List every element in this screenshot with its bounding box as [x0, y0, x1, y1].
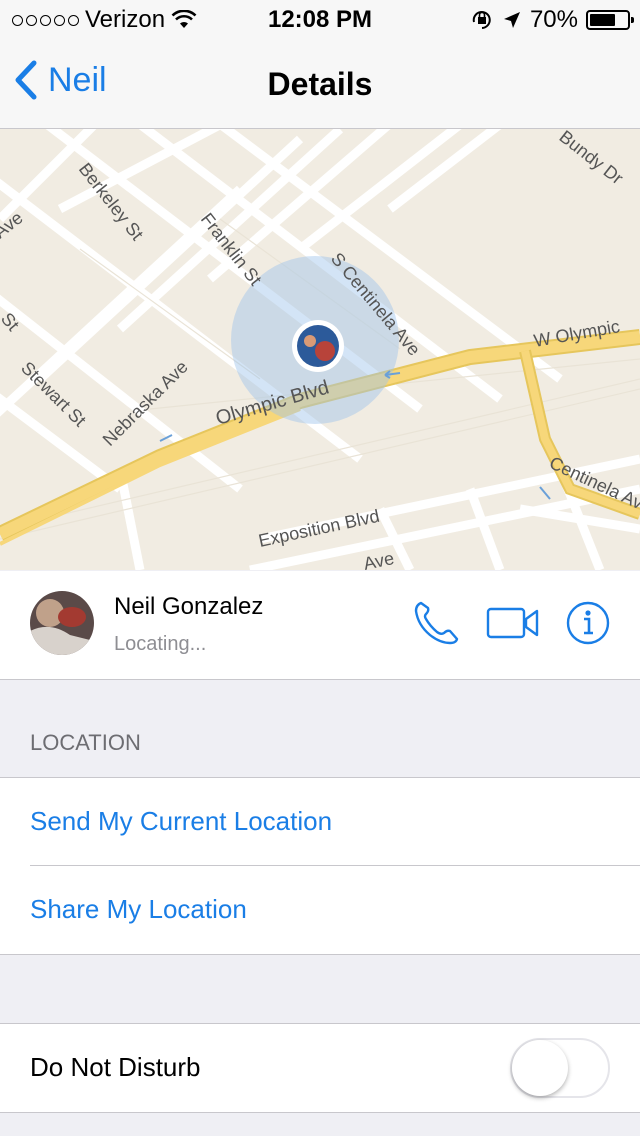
send-current-location-label: Send My Current Location [30, 806, 333, 836]
video-call-button[interactable] [486, 605, 540, 646]
map-view[interactable]: Bundy Dr Ave Berkeley St Franklin St S C… [0, 129, 640, 570]
battery-icon [586, 10, 634, 30]
phone-icon [414, 601, 459, 645]
contact-name: Neil Gonzalez [114, 593, 264, 620]
dnd-group: Do Not Disturb [0, 1023, 640, 1113]
contact-status: Locating... [114, 633, 207, 655]
call-button[interactable] [412, 599, 460, 652]
map-label-bundy: Bundy Dr [556, 129, 627, 188]
share-location-cell[interactable]: Share My Location [0, 866, 640, 954]
info-icon [566, 601, 610, 645]
share-location-label: Share My Location [30, 894, 247, 924]
page-title: Details [267, 66, 373, 102]
rotation-lock-icon [472, 11, 491, 29]
send-current-location-cell[interactable]: Send My Current Location [0, 778, 640, 866]
toggle-knob [512, 1040, 568, 1096]
info-button[interactable] [566, 601, 610, 650]
do-not-disturb-label: Do Not Disturb [30, 1052, 201, 1082]
do-not-disturb-cell: Do Not Disturb [0, 1024, 640, 1112]
map-label-ave-2: Ave [362, 548, 396, 570]
status-right: 70% [470, 6, 634, 34]
do-not-disturb-toggle[interactable] [510, 1038, 610, 1098]
contact-row: Neil Gonzalez Locating... [0, 571, 640, 680]
location-arrow-icon [503, 12, 520, 28]
section-header-location: LOCATION [30, 730, 141, 755]
map-canvas: Bundy Dr Ave Berkeley St Franklin St S C… [0, 129, 640, 570]
avatar[interactable] [30, 591, 94, 655]
video-icon [486, 607, 539, 639]
battery-percent: 70% [529, 6, 578, 33]
status-bar: Verizon 12:08 PM 70% [0, 0, 640, 40]
battery-fill [590, 14, 616, 26]
navigation-bar: Neil Details [0, 40, 640, 129]
location-group: Send My Current Location Share My Locati… [0, 777, 640, 955]
